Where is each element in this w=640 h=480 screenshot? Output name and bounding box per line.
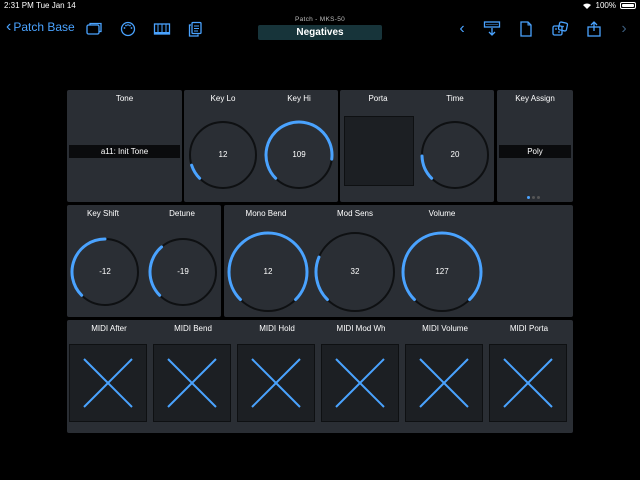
battery-icon xyxy=(620,2,636,9)
midi-switch-pad[interactable] xyxy=(489,344,567,422)
midi-switch-pad[interactable] xyxy=(405,344,483,422)
key-shift-label: Key Shift xyxy=(86,209,119,218)
page-indicator[interactable] xyxy=(527,196,540,199)
midi-switch-label: MIDI Volume xyxy=(422,324,468,333)
midi-button[interactable] xyxy=(118,20,138,38)
bend-volume-panel: Mono Bend Mod Sens Volume 12 32 127 xyxy=(224,205,573,317)
mod-sens-label: Mod Sens xyxy=(336,209,374,218)
mono-bend-knob[interactable]: 12 xyxy=(227,231,309,313)
detune-knob[interactable]: -19 xyxy=(148,237,218,307)
copy-button[interactable] xyxy=(186,20,206,38)
tone-select[interactable]: a11: Init Tone xyxy=(69,145,180,158)
off-x-icon xyxy=(251,358,301,408)
key-assign-label: Key Assign xyxy=(515,94,555,103)
status-right: 100% xyxy=(582,1,636,10)
key-hi-value: 109 xyxy=(292,150,306,159)
share-button[interactable] xyxy=(584,20,604,38)
detune-label: Detune xyxy=(169,209,195,218)
midi-switch-pad[interactable] xyxy=(153,344,231,422)
windows-button[interactable] xyxy=(84,20,104,38)
save-to-device-button[interactable] xyxy=(482,20,502,38)
shift-detune-panel: Key Shift Detune -12 -19 xyxy=(67,205,221,317)
next-button[interactable]: › xyxy=(618,20,630,38)
share-icon xyxy=(587,21,601,37)
midi-switch-pad[interactable] xyxy=(237,344,315,422)
piano-keyboard-icon xyxy=(153,23,171,35)
nav-tools-left xyxy=(84,20,206,38)
status-bar: 2:31 PM Tue Jan 14 100% xyxy=(0,0,640,12)
key-hi-knob[interactable]: 109 xyxy=(264,120,334,190)
volume-label: Volume xyxy=(428,209,456,218)
copy-document-icon xyxy=(188,21,202,37)
page-dot xyxy=(537,196,540,199)
midi-switch-label: MIDI Mod Wh xyxy=(336,324,386,333)
porta-toggle[interactable] xyxy=(344,116,414,186)
key-lo-label: Key Lo xyxy=(210,94,236,103)
detune-value: -19 xyxy=(177,267,189,276)
key-lo-knob[interactable]: 12 xyxy=(188,120,258,190)
off-x-icon xyxy=(167,358,217,408)
document-icon xyxy=(520,21,532,37)
mod-sens-value: 32 xyxy=(350,267,360,276)
midi-switch-pad[interactable] xyxy=(321,344,399,422)
patch-name[interactable]: Negatives xyxy=(258,25,382,40)
key-shift-knob[interactable]: -12 xyxy=(70,237,140,307)
patch-subtitle: Patch - MKS-50 xyxy=(294,16,346,23)
key-assign-select[interactable]: Poly xyxy=(499,145,571,158)
key-shift-value: -12 xyxy=(99,267,111,276)
off-x-icon xyxy=(335,358,385,408)
windows-icon xyxy=(86,22,102,35)
midi-switch-label: MIDI Bend xyxy=(174,324,212,333)
off-x-icon xyxy=(83,358,133,408)
off-x-icon xyxy=(419,358,469,408)
time-value: 20 xyxy=(450,150,460,159)
midi-switch-label: MIDI After xyxy=(91,324,127,333)
back-label: Patch Base xyxy=(13,20,75,34)
time-knob[interactable]: 20 xyxy=(420,120,490,190)
midi-panel: MIDI After MIDI Bend MIDI Hold MIDI Mod Wh M… xyxy=(67,320,573,433)
page-dot xyxy=(532,196,535,199)
nav-tools-right: ‹ › xyxy=(456,20,630,38)
dice-icon xyxy=(552,21,569,36)
midi-switch-pad[interactable] xyxy=(69,344,147,422)
tone-label: Tone xyxy=(115,94,134,103)
previous-button[interactable]: ‹ xyxy=(456,20,468,38)
mono-bend-value: 12 xyxy=(263,267,273,276)
patch-title-area: Patch - MKS-50 Negatives xyxy=(258,16,382,40)
mono-bend-label: Mono Bend xyxy=(245,209,287,218)
mod-sens-knob[interactable]: 32 xyxy=(314,231,396,313)
battery-percent: 100% xyxy=(595,1,616,10)
off-x-icon xyxy=(503,358,553,408)
midi-switch-label: MIDI Porta xyxy=(509,324,549,333)
page-dot xyxy=(527,196,530,199)
nav-bar: ‹ Patch Base Patch - MKS-50 Negatives ‹ xyxy=(0,14,640,44)
volume-knob[interactable]: 127 xyxy=(401,231,483,313)
download-device-icon xyxy=(483,21,501,36)
time-label: Time xyxy=(446,94,464,103)
status-date: Tue Jan 14 xyxy=(36,1,76,10)
volume-value: 127 xyxy=(435,267,449,276)
midi-switch-label: MIDI Hold xyxy=(259,324,295,333)
midi-port-icon xyxy=(120,21,136,37)
back-button[interactable]: ‹ Patch Base xyxy=(6,18,75,35)
chevron-left-icon: ‹ xyxy=(6,18,12,35)
key-lo-value: 12 xyxy=(218,150,228,159)
key-assign-panel: Key Assign Poly xyxy=(497,90,573,202)
key-hi-label: Key Hi xyxy=(287,94,311,103)
porta-panel: Porta Time 20 xyxy=(340,90,494,202)
keyboard-button[interactable] xyxy=(152,20,172,38)
status-time: 2:31 PM xyxy=(4,1,34,10)
porta-label: Porta xyxy=(368,94,388,103)
key-range-panel: Key Lo Key Hi 12 109 xyxy=(184,90,338,202)
random-button[interactable] xyxy=(550,20,570,38)
tone-panel: Tone a11: Init Tone xyxy=(67,90,182,202)
new-document-button[interactable] xyxy=(516,20,536,38)
wifi-icon xyxy=(582,3,591,9)
